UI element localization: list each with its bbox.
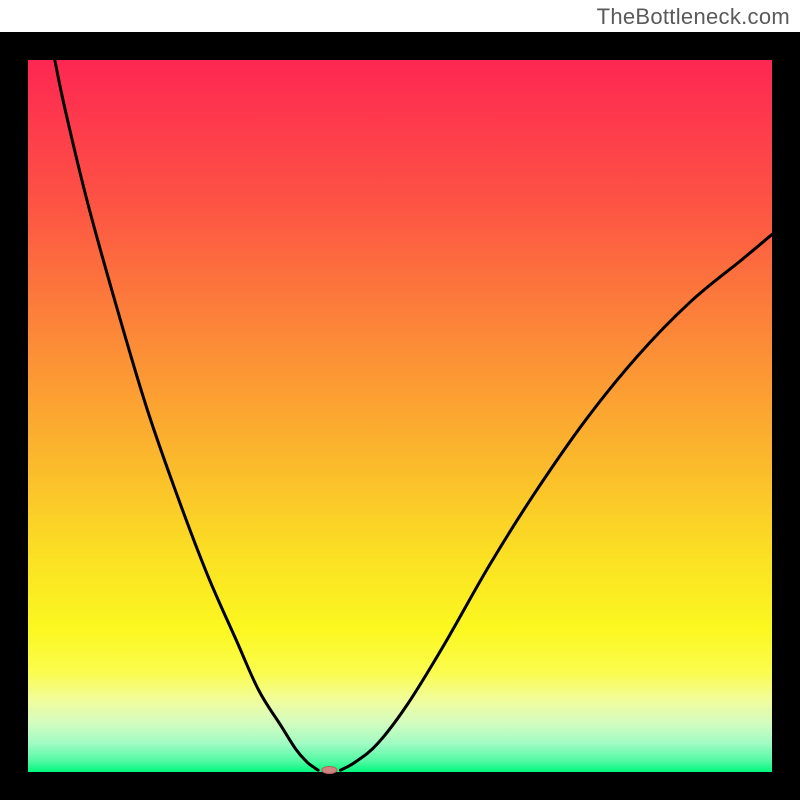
minimum-marker bbox=[322, 766, 337, 773]
bottleneck-chart bbox=[0, 0, 800, 800]
chart-plot-area bbox=[28, 60, 772, 772]
site-citation: TheBottleneck.com bbox=[597, 4, 790, 30]
chart-container: TheBottleneck.com bbox=[0, 0, 800, 800]
